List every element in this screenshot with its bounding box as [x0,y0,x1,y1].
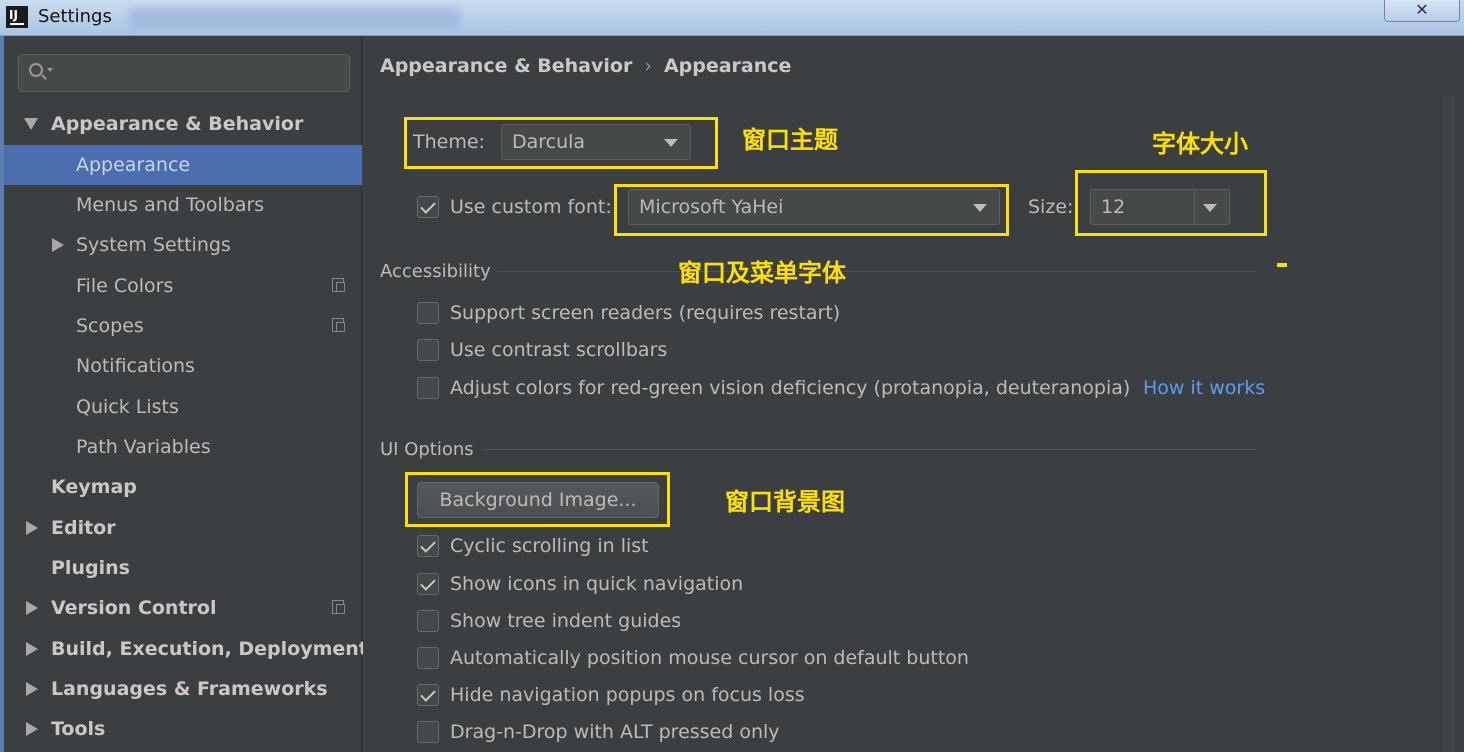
how-it-works-link[interactable]: How it works [1143,377,1265,399]
theme-annotation: 窗口主题 [742,126,838,154]
contrast-scrollbars-checkbox[interactable] [417,339,439,361]
search-options-caret-icon[interactable] [47,68,53,72]
auto-cursor-checkbox[interactable] [417,647,439,669]
size-highlight-box [1075,170,1267,236]
font-highlight-box [614,184,1009,236]
sidebar-item-label: File Colors [76,275,174,297]
sidebar-item-keymap[interactable]: Keymap [4,467,362,507]
collapsed-arrow-icon[interactable] [26,521,38,535]
window-title: Settings [38,6,112,27]
sidebar-item-tools[interactable]: Tools [4,709,362,749]
sidebar-item-label: Appearance & Behavior [51,113,304,135]
search-icon [29,63,43,77]
drag-alt-checkbox[interactable] [417,721,439,743]
search-box[interactable] [18,54,350,92]
sidebar-item-appearance-behavior[interactable]: Appearance & Behavior [4,104,362,144]
sidebar-item-menus-toolbars[interactable]: Menus and Toolbars [4,185,362,225]
breadcrumb-separator: › [644,55,652,77]
cyclic-scrolling-label: Cyclic scrolling in list [450,535,649,557]
background-highlight-box [405,472,670,527]
section-divider [483,449,1258,450]
sidebar-item-path-variables[interactable]: Path Variables [4,427,362,467]
drag-alt-label: Drag-n-Drop with ALT pressed only [450,721,780,743]
sidebar-item-label: Build, Execution, Deployment [51,638,368,660]
auto-cursor-label: Automatically position mouse cursor on d… [450,647,969,669]
collapsed-arrow-icon[interactable] [26,642,38,656]
collapsed-arrow-icon[interactable] [26,601,38,615]
title-bar: IJ Settings ✕ [0,0,1464,36]
hide-popups-label: Hide navigation popups on focus loss [450,684,805,706]
settings-sidebar: Appearance & Behavior Appearance Menus a… [0,36,368,752]
sidebar-item-label: Path Variables [76,436,211,458]
blurred-title-area [130,8,460,28]
color-deficiency-checkbox[interactable] [417,377,439,399]
sidebar-item-system-settings[interactable]: System Settings [4,225,362,265]
quick-nav-icons-checkbox[interactable] [417,573,439,595]
sidebar-item-languages-frameworks[interactable]: Languages & Frameworks [4,669,362,709]
sidebar-item-label: Appearance [76,154,191,176]
sidebar-item-build-execution-deployment[interactable]: Build, Execution, Deployment [4,629,368,669]
annotation-dash-mark [1277,263,1287,267]
use-custom-font-checkbox[interactable] [417,196,439,218]
sidebar-item-plugins[interactable]: Plugins [4,548,362,588]
sidebar-item-scopes[interactable]: Scopes [4,306,362,346]
collapsed-arrow-icon[interactable] [26,682,38,696]
screen-readers-label: Support screen readers (requires restart… [450,302,841,324]
search-input[interactable] [59,61,339,85]
sidebar-item-quick-lists[interactable]: Quick Lists [4,387,362,427]
font-annotation: 窗口及菜单字体 [678,259,846,287]
sidebar-item-label: Languages & Frameworks [51,678,328,700]
sidebar-item-label: Quick Lists [76,396,179,418]
color-deficiency-label: Adjust colors for red-green vision defic… [450,377,1131,399]
close-button[interactable]: ✕ [1384,0,1460,22]
collapsed-arrow-icon[interactable] [26,722,38,736]
hide-popups-checkbox[interactable] [417,684,439,706]
sidebar-item-file-colors[interactable]: File Colors [4,266,362,306]
sidebar-item-editor[interactable]: Editor [4,508,362,548]
breadcrumb-parent[interactable]: Appearance & Behavior [380,55,632,77]
sidebar-item-label: Tools [51,718,106,740]
section-divider [498,271,1258,272]
tree-indent-guides-label: Show tree indent guides [450,610,682,632]
expanded-arrow-icon[interactable] [24,118,38,130]
vertical-scrollbar[interactable] [1443,96,1455,752]
sidebar-item-version-control[interactable]: Version Control [4,588,362,628]
project-level-icon [332,278,345,292]
screen-readers-checkbox[interactable] [417,302,439,324]
app-logo-icon: IJ [6,6,28,28]
project-level-icon [332,318,345,332]
contrast-scrollbars-label: Use contrast scrollbars [450,339,668,361]
sidebar-item-label: Menus and Toolbars [76,194,265,216]
accessibility-section-title: Accessibility [380,261,491,282]
background-annotation: 窗口背景图 [725,488,845,516]
sidebar-item-label: Editor [51,517,116,539]
collapsed-arrow-icon[interactable] [52,238,64,252]
sidebar-item-label: Notifications [76,355,195,377]
sidebar-item-label: System Settings [76,234,231,256]
sidebar-item-label: Keymap [51,476,137,498]
sidebar-item-label: Scopes [76,315,144,337]
sidebar-item-notifications[interactable]: Notifications [4,346,362,386]
quick-nav-icons-label: Show icons in quick navigation [450,573,744,595]
size-label: Size: [1028,196,1074,218]
sidebar-item-label: Version Control [51,597,217,619]
use-custom-font-label: Use custom font: [450,196,612,218]
cyclic-scrolling-checkbox[interactable] [417,535,439,557]
theme-highlight-box [404,117,718,169]
size-annotation: 字体大小 [1152,130,1248,158]
project-level-icon [332,600,345,614]
sidebar-item-appearance[interactable]: Appearance [4,145,362,185]
sidebar-item-label: Plugins [51,557,130,579]
breadcrumb-current: Appearance [663,55,792,77]
breadcrumb: Appearance & Behavior › Appearance [380,55,791,77]
ui-options-section-title: UI Options [380,439,474,460]
tree-indent-guides-checkbox[interactable] [417,610,439,632]
